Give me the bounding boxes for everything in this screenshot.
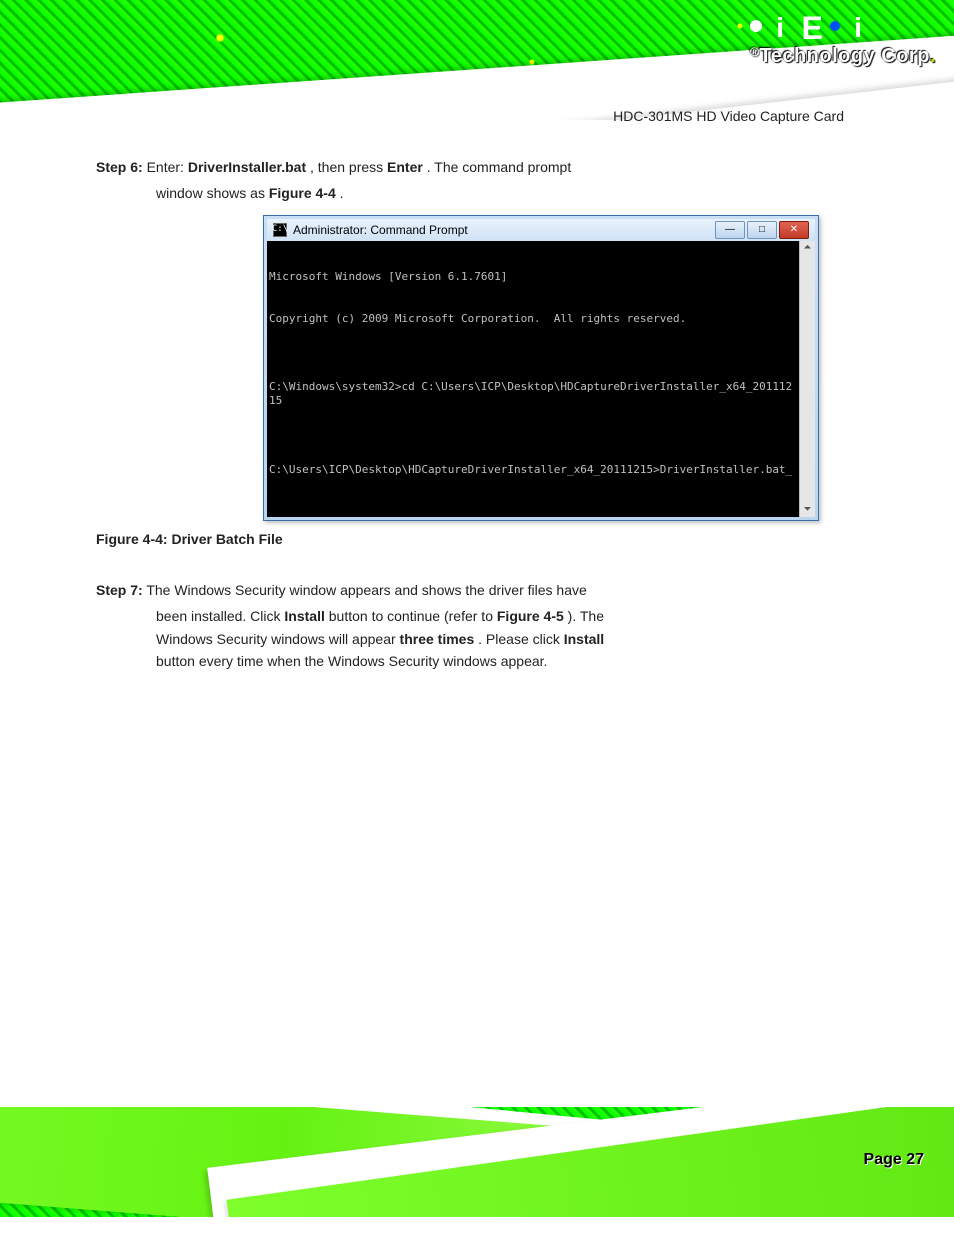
product-line: HDC-301MS HD Video Capture Card	[613, 108, 844, 124]
logo-letter-e: E	[798, 10, 826, 46]
window-buttons: — □ ✕	[715, 221, 809, 239]
step7-line2: been installed. Click Install button to …	[156, 605, 866, 627]
brand-name: Technology Corp	[759, 45, 929, 67]
logo-letter-i: i	[766, 10, 794, 46]
brand-text: ®Technology Corp.	[750, 46, 936, 66]
page-number: Page 27	[864, 1151, 924, 1169]
step6-label: Step 6:	[96, 159, 143, 175]
cmd-scrollbar[interactable]: ⏶ ⏷	[799, 241, 815, 517]
step6-t4: window shows as	[156, 185, 269, 201]
page-body: Step 6: Enter: DriverInstaller.bat , the…	[96, 150, 866, 672]
step6-line1: Step 6: Enter: DriverInstaller.bat , the…	[96, 156, 866, 178]
cmd-window: C:\ Administrator: Command Prompt — □ ✕ …	[263, 215, 819, 521]
step7-label: Step 7:	[96, 582, 143, 598]
iei-logo: i E i	[750, 10, 936, 46]
figure-caption: Figure 4-4: Driver Batch File	[96, 531, 866, 547]
step7-t1: The Windows Security window appears and …	[146, 582, 586, 598]
cmd-body[interactable]: Microsoft Windows [Version 6.1.7601] Cop…	[267, 241, 815, 517]
step7-install2: Install	[564, 631, 604, 647]
step6-cmd: DriverInstaller.bat	[188, 159, 306, 175]
step7-line1: Step 7: The Windows Security window appe…	[96, 579, 866, 601]
step6-t2: , then press	[310, 159, 387, 175]
cmd-titlebar[interactable]: C:\ Administrator: Command Prompt — □ ✕	[267, 219, 815, 241]
step7-l4b: button every time when the Windows Secur…	[156, 653, 547, 669]
cmd-icon: C:\	[273, 223, 287, 237]
step6-key: Enter	[387, 159, 423, 175]
logo-dot-white	[750, 20, 762, 32]
step7-install1: Install	[284, 608, 324, 624]
step7-block: Step 7: The Windows Security window appe…	[96, 579, 866, 673]
step7-l2a: been installed. Click	[156, 608, 284, 624]
step7-l2b: button to continue (refer to	[329, 608, 497, 624]
step7-line4: button every time when the Windows Secur…	[156, 650, 866, 672]
minimize-button[interactable]: —	[715, 221, 745, 239]
cmd-line: C:\Windows\system32>cd C:\Users\ICP\Desk…	[269, 380, 797, 408]
step6-t1: Enter:	[147, 159, 188, 175]
step7-l2c: ). The	[568, 608, 604, 624]
step6-line2: window shows as Figure 4-4 .	[156, 182, 866, 204]
cmd-line: Microsoft Windows [Version 6.1.7601]	[269, 270, 797, 284]
step7-threetimes: three times	[400, 631, 475, 647]
brand-logo-area: i E i ®Technology Corp.	[750, 10, 936, 66]
logo-dot-blue	[830, 21, 840, 31]
cmd-title: Administrator: Command Prompt	[293, 223, 468, 237]
step6-figref: Figure 4-4	[269, 185, 336, 201]
brand-period: .	[930, 45, 936, 67]
step6-t5: .	[340, 185, 344, 201]
close-button[interactable]: ✕	[779, 221, 809, 239]
scroll-up-icon[interactable]: ⏶	[801, 241, 815, 255]
step7-l3a: Windows Security windows will appear	[156, 631, 400, 647]
cmd-line: Copyright (c) 2009 Microsoft Corporation…	[269, 312, 797, 326]
step7-line3: Windows Security windows will appear thr…	[156, 628, 866, 650]
logo-letter-i2: i	[844, 10, 872, 46]
step7-figref: Figure 4-5	[497, 608, 564, 624]
maximize-button[interactable]: □	[747, 221, 777, 239]
scroll-down-icon[interactable]: ⏷	[801, 503, 815, 517]
step6-t3: . The command prompt	[427, 159, 571, 175]
step7-l3b: . Please click	[478, 631, 564, 647]
cmd-line: C:\Users\ICP\Desktop\HDCaptureDriverInst…	[269, 463, 797, 477]
top-banner: i E i ®Technology Corp.	[0, 0, 954, 120]
bottom-banner: Page 27	[0, 1107, 954, 1217]
